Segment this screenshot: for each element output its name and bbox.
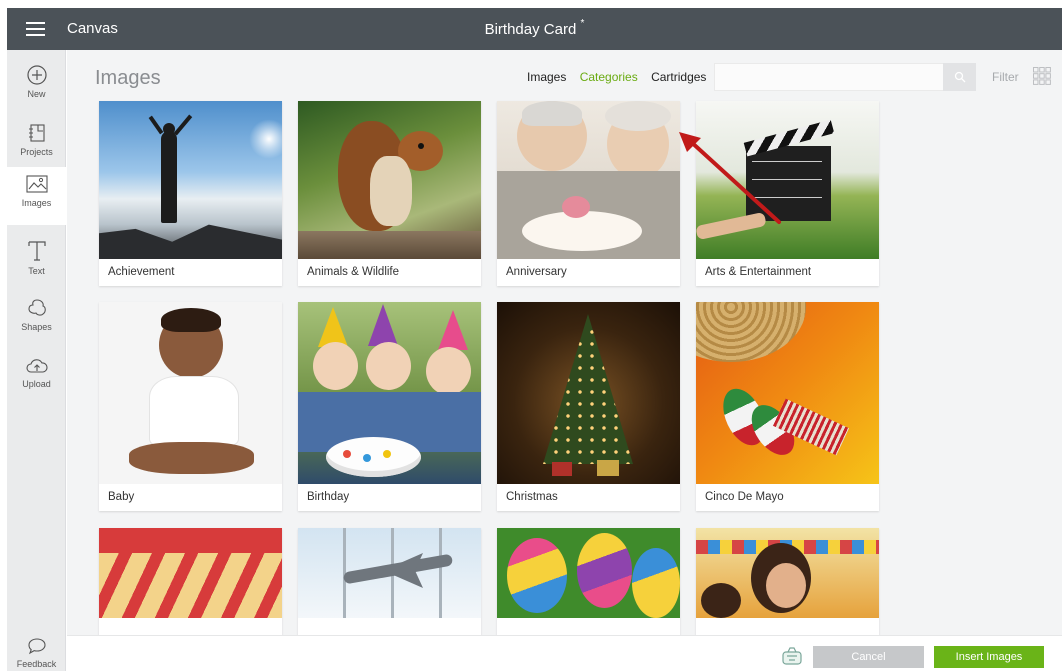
grid-view-icon[interactable] — [1033, 67, 1051, 85]
category-label: Animals & Wildlife — [307, 266, 400, 278]
main-content: Images Images Categories Cartridges Filt… — [67, 50, 1062, 635]
category-image — [99, 528, 282, 618]
sidebar-item-projects[interactable]: Projects — [7, 116, 66, 174]
category-image — [298, 101, 481, 259]
category-card-anniversary[interactable]: Anniversary — [497, 101, 680, 286]
category-label — [99, 618, 282, 635]
sidebar-item-text[interactable]: Text — [7, 233, 66, 291]
document-title-text: Birthday Card — [484, 21, 577, 38]
sidebar-item-upload[interactable]: Upload — [7, 350, 66, 408]
category-card-cinco-de-mayo[interactable]: Cinco De Mayo — [696, 302, 879, 511]
feedback-button[interactable]: Feedback — [7, 637, 66, 669]
category-label: Baby — [108, 491, 135, 503]
category-image — [696, 528, 879, 618]
sidebar-item-label: Upload — [22, 379, 51, 389]
machine-icon[interactable] — [780, 646, 804, 668]
tab-categories[interactable]: Categories — [580, 70, 638, 84]
annotation-arrow-icon — [679, 132, 781, 224]
category-card-row3-2[interactable] — [298, 528, 481, 635]
category-image — [497, 101, 680, 259]
sidebar-item-shapes[interactable]: Shapes — [7, 291, 66, 349]
sidebar-item-label: Text — [28, 266, 45, 276]
category-label: Birthday — [307, 491, 350, 503]
category-image — [696, 302, 879, 484]
sidebar-item-new[interactable]: New — [7, 58, 66, 116]
page-title: Images — [95, 67, 161, 89]
sidebar-item-label: New — [27, 89, 46, 99]
category-card-birthday[interactable]: Birthday — [298, 302, 481, 511]
top-bar: Canvas Birthday Card * — [7, 8, 1062, 50]
category-label: Achievement — [108, 266, 175, 278]
insert-images-button[interactable]: Insert Images — [934, 646, 1044, 668]
category-label: Christmas — [506, 491, 558, 503]
unsaved-marker: * — [580, 18, 585, 29]
category-card-achievement[interactable]: Achievement — [99, 101, 282, 286]
text-icon — [27, 241, 46, 261]
search-button[interactable] — [943, 63, 976, 91]
category-label — [497, 618, 680, 635]
projects-icon — [28, 124, 45, 142]
category-card-baby[interactable]: Baby — [99, 302, 282, 511]
shapes-icon — [27, 299, 46, 316]
category-label: Anniversary — [506, 266, 567, 278]
category-card-christmas[interactable]: Christmas — [497, 302, 680, 511]
cancel-button[interactable]: Cancel — [813, 646, 924, 668]
category-image — [298, 528, 481, 618]
upload-cloud-icon — [25, 359, 48, 373]
category-card-row3-3[interactable] — [497, 528, 680, 635]
category-image — [99, 101, 282, 259]
sidebar-item-label: Images — [21, 198, 52, 208]
tab-cartridges[interactable]: Cartridges — [651, 70, 706, 84]
document-title[interactable]: Birthday Card * — [7, 18, 1062, 38]
category-card-animals-wildlife[interactable]: Animals & Wildlife — [298, 101, 481, 286]
plus-circle-icon — [26, 65, 47, 85]
category-card-row3-1[interactable] — [99, 528, 282, 635]
left-sidebar: New Projects Images Text Shapes Upload F… — [7, 50, 66, 671]
speech-bubble-icon — [27, 638, 46, 655]
sidebar-item-label: Projects — [20, 147, 53, 157]
category-card-row3-4[interactable] — [696, 528, 879, 635]
feedback-label: Feedback — [16, 659, 57, 669]
bottom-bar: Cancel Insert Images — [67, 635, 1062, 671]
tab-bar: Images Categories Cartridges — [527, 70, 716, 84]
category-image — [298, 302, 481, 484]
category-label: Arts & Entertainment — [705, 266, 812, 278]
tab-images[interactable]: Images — [527, 70, 566, 84]
search-icon — [954, 71, 965, 83]
category-label — [696, 618, 879, 635]
images-icon — [25, 175, 48, 193]
category-image — [497, 302, 680, 484]
sidebar-item-label: Shapes — [21, 322, 52, 332]
search-input[interactable] — [714, 63, 976, 91]
category-image — [497, 528, 680, 618]
category-label: Cinco De Mayo — [705, 491, 784, 503]
category-label — [298, 618, 481, 635]
category-image — [99, 302, 282, 484]
sidebar-item-images[interactable]: Images — [7, 167, 66, 225]
filter-button[interactable]: Filter — [992, 70, 1019, 84]
